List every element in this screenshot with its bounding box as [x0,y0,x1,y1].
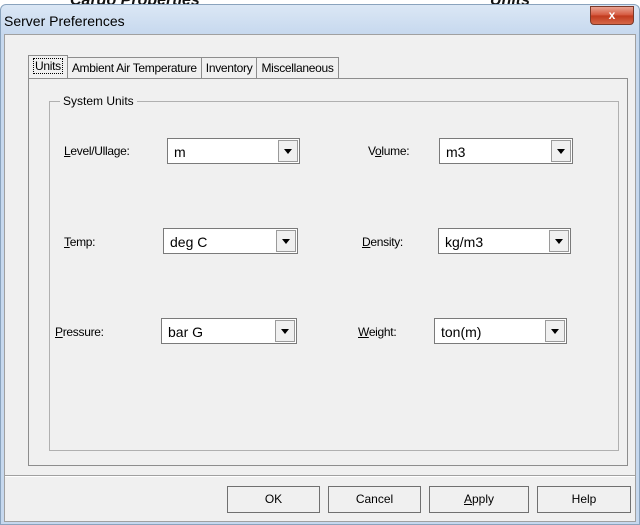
volume-label: Volume: [368,144,410,158]
density-label: Density: [362,235,403,249]
pressure-dropdown[interactable]: bar G [161,318,297,344]
level-ullage-dropdown[interactable]: m [167,138,300,164]
system-units-group: System Units Level/Ullage: m Volume: m3 … [49,94,619,451]
temp-dropdown[interactable]: deg C [163,228,298,254]
tab-miscellaneous[interactable]: Miscellaneous [256,57,339,78]
density-dropdown[interactable]: kg/m3 [438,228,571,254]
level-ullage-value: m [174,144,186,160]
units-tab-panel: System Units Level/Ullage: m Volume: m3 … [28,78,628,466]
pressure-label: Pressure: [55,325,104,339]
chevron-down-icon[interactable] [275,320,295,342]
chevron-down-icon[interactable] [549,230,569,252]
tab-units-label: Units [33,58,63,74]
tab-ambient-air-temperature[interactable]: Ambient Air Temperature [66,57,202,78]
apply-button[interactable]: Apply [429,486,529,513]
temp-value: deg C [170,234,208,250]
close-button[interactable]: x [590,6,634,25]
dialog-client-area: Units Ambient Air Temperature Inventory … [4,34,636,522]
level-ullage-label: Level/Ullage: [64,144,130,158]
ok-button[interactable]: OK [227,486,320,513]
volume-dropdown[interactable]: m3 [439,138,573,164]
button-divider [5,475,635,477]
close-icon: x [608,8,616,22]
density-value: kg/m3 [445,234,484,250]
cancel-button[interactable]: Cancel [328,486,421,513]
chevron-down-icon[interactable] [551,140,571,162]
pressure-value: bar G [168,324,204,340]
title-bar[interactable]: Server Preferences x [1,5,639,35]
chevron-down-icon[interactable] [276,230,296,252]
tab-strip: Units Ambient Air Temperature Inventory … [28,55,339,78]
volume-value: m3 [446,144,466,160]
chevron-down-icon[interactable] [545,320,565,342]
weight-value: ton(m) [441,324,482,340]
tab-units[interactable]: Units [28,55,68,78]
tab-inventory[interactable]: Inventory [200,57,258,78]
weight-label: Weight: [358,325,397,339]
temp-label: Temp: [64,235,96,249]
help-button[interactable]: Help [537,486,631,513]
window-title: Server Preferences [4,13,125,29]
server-preferences-dialog: Server Preferences x Units Ambient Air T… [0,4,640,525]
weight-dropdown[interactable]: ton(m) [434,318,567,344]
system-units-label: System Units [60,94,137,108]
chevron-down-icon[interactable] [278,140,298,162]
